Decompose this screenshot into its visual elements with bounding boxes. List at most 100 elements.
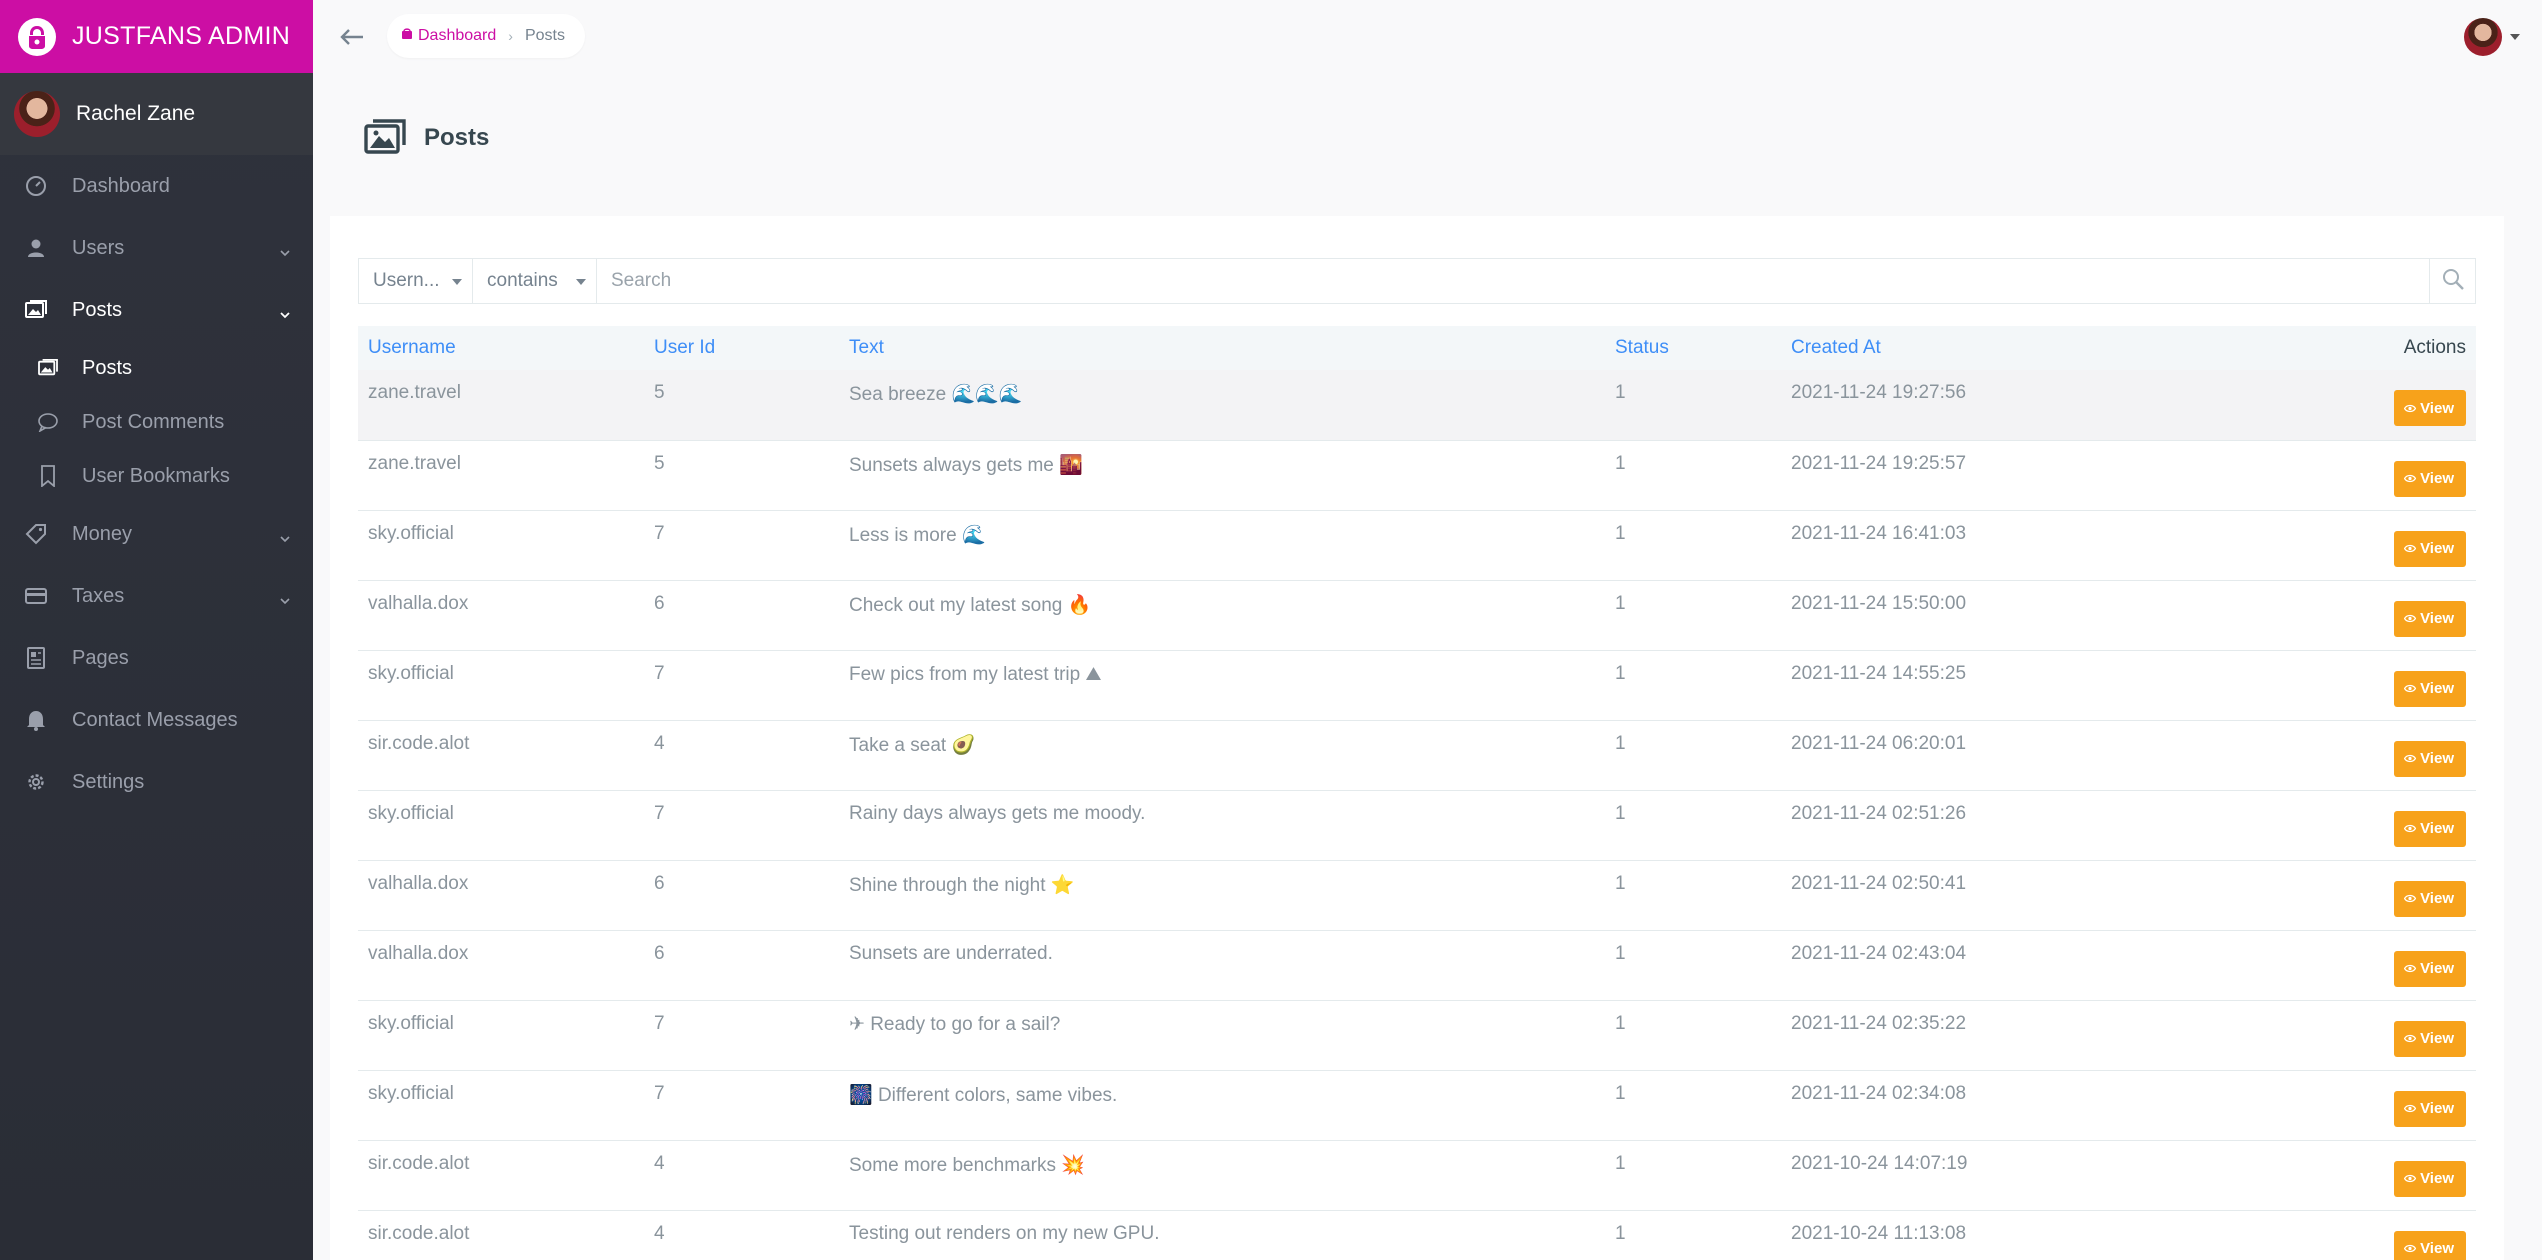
- sidebar-item-posts[interactable]: Posts: [0, 279, 313, 341]
- sidebar-item-taxes[interactable]: Taxes: [0, 565, 313, 627]
- eye-icon: [2403, 960, 2417, 977]
- view-button-label: View: [2420, 399, 2454, 417]
- cell-user-id: 6: [654, 592, 665, 614]
- cell-text: Few pics from my latest trip ⛰: [839, 650, 1605, 720]
- cell-status: 1: [1615, 872, 1626, 894]
- table-row[interactable]: sky.official 7 Few pics from my latest tri…: [358, 650, 2476, 720]
- filter-operator-select[interactable]: contains: [473, 259, 597, 303]
- view-button[interactable]: View: [2394, 460, 2466, 497]
- cell-user-id: 5: [654, 452, 665, 474]
- sidebar-item-contact-messages[interactable]: Contact Messages: [0, 689, 313, 751]
- cell-user-id: 4: [654, 1152, 665, 1174]
- eye-icon: [2403, 470, 2417, 487]
- eye-icon: [2403, 820, 2417, 837]
- post-text: Sea breeze: [849, 384, 947, 405]
- gear-icon: [24, 770, 48, 794]
- table-row[interactable]: sky.official 7 🎆 Different colors, same vi…: [358, 1070, 2476, 1140]
- view-button-label: View: [2420, 890, 2454, 907]
- page-title: Posts: [424, 124, 490, 151]
- view-button[interactable]: View: [2394, 1020, 2466, 1057]
- avatar: [14, 91, 60, 137]
- cell-text: Sunsets are underrated.: [839, 930, 1605, 1000]
- table-row[interactable]: sky.official 7 Less is more 🌊 1 2021-11-24 1…: [358, 510, 2476, 580]
- sidebar-item-users[interactable]: Users: [0, 217, 313, 279]
- filter-field-select[interactable]: Usern...: [359, 259, 473, 303]
- column-header-created-at[interactable]: Created At: [1781, 326, 2221, 370]
- sidebar-subitem-post-comments[interactable]: Post Comments: [0, 395, 313, 449]
- brand-bar[interactable]: JUSTFANS ADMIN: [0, 0, 313, 73]
- sidebar-item-money[interactable]: Money: [0, 503, 313, 565]
- bookmark-icon: [36, 464, 60, 488]
- cell-text: 🎆 Different colors, same vibes.: [839, 1070, 1605, 1140]
- table-row[interactable]: zane.travel 5 Sea breeze 🌊🌊🌊 1 2021-11-24 19…: [358, 370, 2476, 440]
- view-button[interactable]: View: [2394, 740, 2466, 777]
- cell-status: 1: [1615, 942, 1626, 964]
- sidebar-subitem-posts[interactable]: Posts: [0, 341, 313, 395]
- bell-icon: [24, 708, 48, 732]
- view-button[interactable]: View: [2394, 810, 2466, 847]
- cell-created-at: 2021-11-24 06:20:01: [1791, 732, 1967, 754]
- breadcrumb-dashboard-link[interactable]: Dashboard: [401, 27, 496, 45]
- table-row[interactable]: sky.official 7 ✈ Ready to go for a sail? 1 2…: [358, 1000, 2476, 1070]
- cell-username: sky.official: [368, 802, 454, 824]
- view-button[interactable]: View: [2394, 1230, 2466, 1260]
- table-row[interactable]: valhalla.dox 6 Check out my latest song 🔥 1…: [358, 580, 2476, 650]
- cell-user-id: 7: [654, 802, 665, 824]
- table-row[interactable]: sir.code.alot 4 Testing out renders on my …: [358, 1210, 2476, 1260]
- view-button[interactable]: View: [2394, 670, 2466, 707]
- cell-username: sir.code.alot: [368, 732, 470, 754]
- view-button[interactable]: View: [2394, 390, 2466, 426]
- view-button-label: View: [2420, 1170, 2454, 1187]
- post-emoji: ⭐: [1050, 873, 1075, 896]
- column-header-user-id[interactable]: User Id: [644, 326, 839, 370]
- search-button[interactable]: [2429, 259, 2475, 303]
- cell-created-at: 2021-11-24 02:50:41: [1791, 872, 1967, 894]
- cell-username: sky.official: [368, 522, 454, 544]
- search-input[interactable]: [597, 259, 2429, 303]
- avatar[interactable]: [2464, 18, 2502, 56]
- table-row[interactable]: valhalla.dox 6 Shine through the night ⭐ 1 2…: [358, 860, 2476, 930]
- post-text: Take a seat: [849, 734, 947, 756]
- table-row[interactable]: sir.code.alot 4 Take a seat 🥑 1 2021-11-24 0…: [358, 720, 2476, 790]
- sidebar-item-label: Settings: [72, 770, 145, 793]
- sidebar-item-settings[interactable]: Settings: [0, 751, 313, 813]
- view-button[interactable]: View: [2394, 530, 2466, 567]
- gauge-icon: [24, 174, 48, 198]
- sidebar: JUSTFANS ADMIN Rachel Zane Dashboard Use…: [0, 0, 313, 1260]
- view-button-label: View: [2420, 820, 2454, 837]
- cell-status: 1: [1615, 802, 1626, 824]
- cell-user-id: 6: [654, 872, 665, 894]
- view-button[interactable]: View: [2394, 880, 2466, 917]
- breadcrumb: Dashboard › Posts: [387, 14, 585, 58]
- eye-icon: [2403, 1240, 2417, 1257]
- user-icon: [24, 236, 48, 260]
- cell-actions: View: [2221, 1210, 2476, 1260]
- sidebar-item-dashboard[interactable]: Dashboard: [0, 155, 313, 217]
- view-button[interactable]: View: [2394, 950, 2466, 987]
- sidebar-user[interactable]: Rachel Zane: [0, 73, 313, 155]
- view-button[interactable]: View: [2394, 1090, 2466, 1127]
- view-button[interactable]: View: [2394, 1160, 2466, 1197]
- table-row[interactable]: sky.official 7 Rainy days always gets me m…: [358, 790, 2476, 860]
- cell-user-id: 4: [654, 732, 665, 754]
- cell-status: 1: [1615, 452, 1626, 474]
- cell-actions: View: [2221, 860, 2476, 930]
- caret-down-icon[interactable]: [2510, 34, 2520, 40]
- post-text: Sunsets are underrated.: [849, 942, 1053, 964]
- column-header-text[interactable]: Text: [839, 326, 1605, 370]
- eye-icon: [2403, 1030, 2417, 1047]
- cell-text: Check out my latest song 🔥: [839, 580, 1605, 650]
- sidebar-subitem-user-bookmarks[interactable]: User Bookmarks: [0, 449, 313, 503]
- column-header-status[interactable]: Status: [1605, 326, 1781, 370]
- cell-user-id: 7: [654, 1082, 665, 1104]
- table-row[interactable]: valhalla.dox 6 Sunsets are underrated. 1 202…: [358, 930, 2476, 1000]
- column-header-username[interactable]: Username: [358, 326, 644, 370]
- tag-icon: [24, 522, 48, 546]
- view-button[interactable]: View: [2394, 600, 2466, 637]
- cell-actions: View: [2221, 510, 2476, 580]
- cell-status: 1: [1615, 1152, 1626, 1174]
- table-row[interactable]: sir.code.alot 4 Some more benchmarks 💥 1 202…: [358, 1140, 2476, 1210]
- table-row[interactable]: zane.travel 5 Sunsets always gets me 🌇 1 202…: [358, 440, 2476, 510]
- sidebar-item-pages[interactable]: Pages: [0, 627, 313, 689]
- back-arrow-icon[interactable]: [337, 22, 367, 52]
